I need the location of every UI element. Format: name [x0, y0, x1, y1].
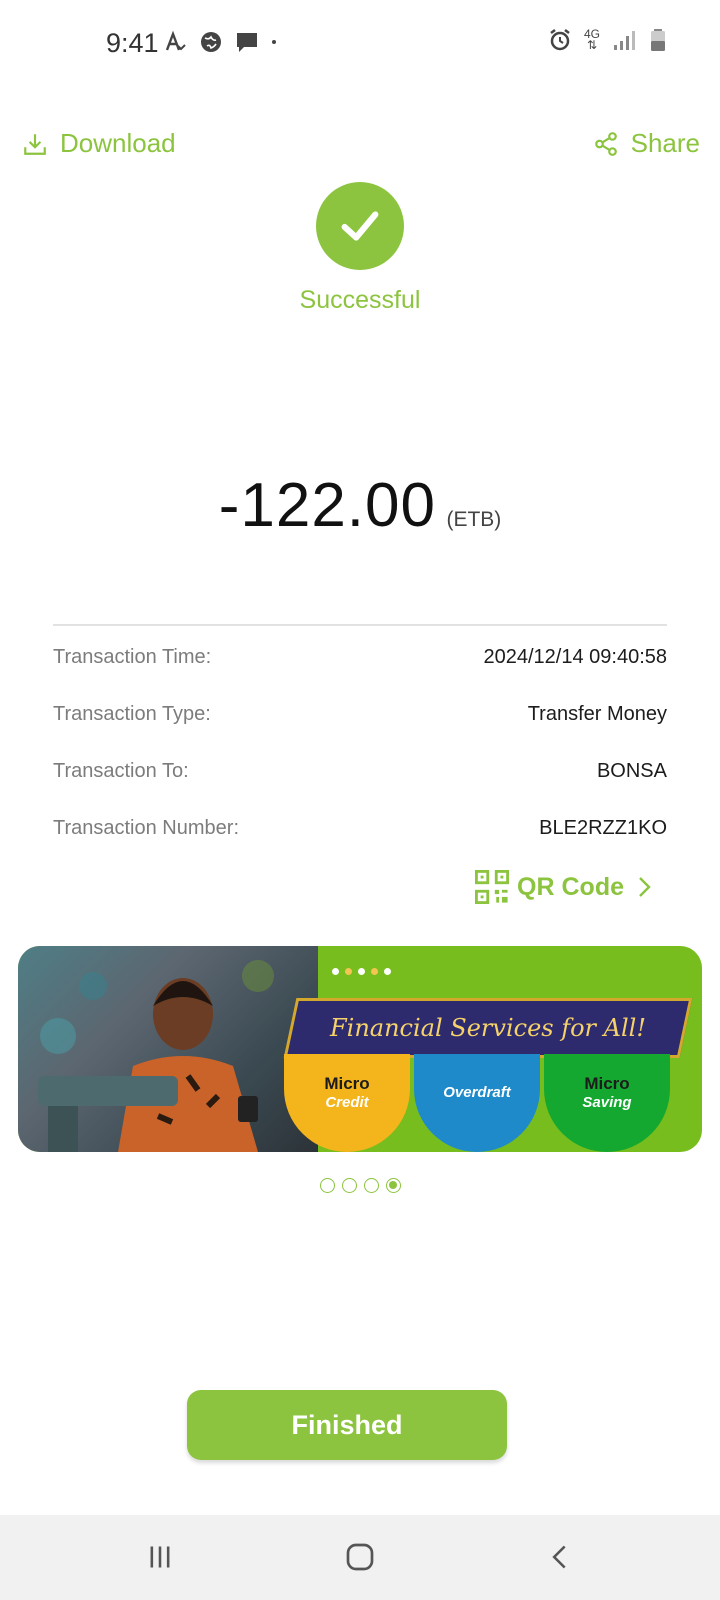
badge-micro-saving: Micro Saving — [544, 1054, 670, 1152]
home-button[interactable] — [335, 1535, 385, 1579]
detail-row-time: Transaction Time: 2024/12/14 09:40:58 — [53, 646, 667, 669]
banner-slide-dots — [332, 968, 391, 975]
currency-label: (ETB) — [446, 508, 502, 531]
status-right-icons: 4G ⇅ — [548, 28, 670, 52]
detail-value: BLE2RZZ1KO — [539, 817, 667, 839]
status-bar: 9:41 4G ⇅ — [0, 0, 720, 88]
share-label: Share — [630, 128, 700, 158]
status-text: Successful — [299, 286, 421, 314]
notification-dot-icon — [272, 40, 276, 44]
auto-translate-icon — [165, 30, 186, 51]
recent-apps-icon — [150, 1546, 170, 1568]
home-icon — [346, 1543, 374, 1571]
badge-line1: Micro — [584, 1074, 630, 1093]
alarm-icon — [550, 29, 570, 51]
message-icon — [237, 33, 257, 52]
chevron-right-icon — [639, 877, 651, 897]
divider — [53, 624, 667, 626]
amount-display: -122.00 (ETB) — [0, 470, 720, 541]
detail-row-to: Transaction To: BONSA — [53, 760, 667, 783]
download-button[interactable]: Download — [22, 128, 176, 159]
detail-value: 2024/12/14 09:40:58 — [483, 646, 667, 668]
promo-banner[interactable]: Financial Services for All! Micro Credit… — [18, 946, 702, 1152]
status-left-icons — [163, 30, 283, 54]
download-label: Download — [60, 128, 176, 158]
woman-sewing-illustration — [38, 960, 274, 1152]
detail-row-number: Transaction Number: BLE2RZZ1KO — [53, 817, 667, 840]
badge-overdraft: Overdraft — [414, 1054, 540, 1152]
detail-value: BONSA — [596, 760, 667, 782]
detail-label: Transaction To: — [53, 760, 189, 782]
banner-headline: Financial Services for All! — [283, 998, 693, 1058]
back-icon — [552, 1545, 566, 1569]
browser-icon — [201, 32, 221, 52]
share-button[interactable]: Share — [593, 128, 700, 159]
badge-line1: Micro — [324, 1074, 370, 1093]
share-icon — [594, 131, 617, 156]
detail-row-type: Transaction Type: Transfer Money — [53, 703, 667, 726]
pager-dot[interactable] — [363, 1178, 379, 1193]
back-button[interactable] — [535, 1535, 585, 1579]
pager-dot[interactable] — [319, 1178, 335, 1193]
4g-data-icon: 4G ⇅ — [583, 27, 600, 52]
badge-line2: Credit — [325, 1094, 369, 1111]
amount-value: -122.00 — [218, 471, 436, 540]
success-indicator — [316, 182, 404, 270]
banner-headline-text: Financial Services for All! — [330, 1014, 646, 1042]
detail-label: Transaction Time: — [53, 646, 212, 668]
banner-pager — [0, 1178, 720, 1193]
system-nav-bar — [0, 1515, 720, 1600]
qr-code-link[interactable]: QR Code — [475, 870, 656, 904]
download-icon — [24, 133, 46, 155]
pager-dot[interactable] — [341, 1178, 357, 1193]
detail-value: Transfer Money — [527, 703, 667, 725]
badge-line2: Saving — [582, 1094, 632, 1111]
qr-code-label: QR Code — [517, 872, 624, 901]
signal-icon — [614, 31, 635, 50]
banner-photo — [18, 946, 318, 1152]
status-time: 9:41 — [106, 28, 159, 58]
recent-apps-button[interactable] — [135, 1535, 185, 1579]
checkmark-icon — [341, 211, 379, 241]
pager-dot-active[interactable] — [385, 1178, 401, 1193]
battery-icon — [651, 29, 665, 51]
finished-button[interactable]: Finished — [187, 1390, 507, 1460]
detail-label: Transaction Number: — [53, 817, 239, 839]
badge-line1: Overdraft — [443, 1084, 511, 1101]
detail-label: Transaction Type: — [53, 703, 211, 725]
qr-code-icon — [475, 870, 510, 904]
network-type-label: 4G — [583, 27, 600, 41]
